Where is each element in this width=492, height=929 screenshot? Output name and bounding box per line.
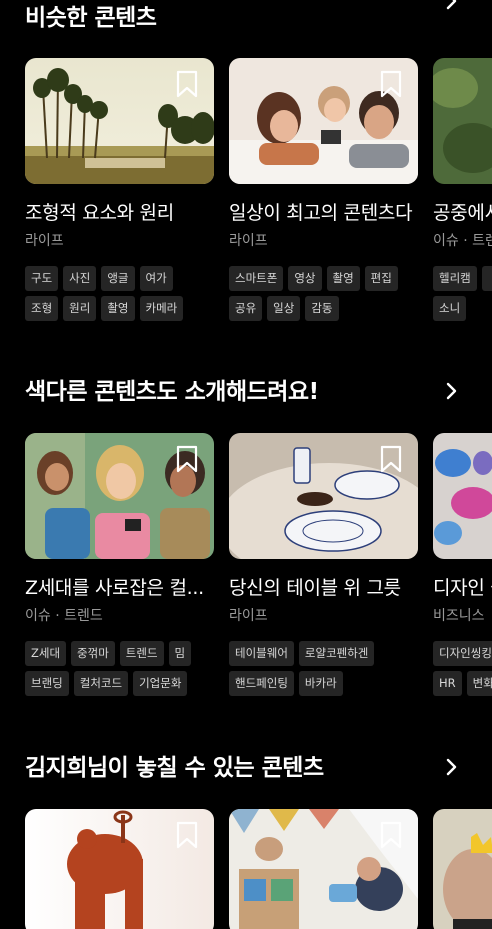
card-category: 비즈니스 <box>433 608 485 624</box>
tag[interactable]: 조형 <box>25 296 59 321</box>
tag[interactable]: 편집 <box>364 266 398 291</box>
card-category: 라이프 <box>25 233 64 249</box>
tag[interactable]: 여가 <box>139 266 173 291</box>
chevron-right-icon[interactable] <box>440 0 462 12</box>
tag[interactable]: 밈 <box>168 641 192 666</box>
tag[interactable]: Z세대 <box>25 641 67 666</box>
card-thumbnail <box>25 433 214 559</box>
card-thumbnail <box>229 809 418 929</box>
tag[interactable]: 컬처코드 <box>73 671 129 696</box>
bookmark-icon[interactable] <box>380 445 402 473</box>
section-title: 김지희님이 놓칠 수 있는 콘텐츠 <box>25 755 324 781</box>
tag[interactable]: 영상 <box>288 266 322 291</box>
card-category: 이슈 · 트렌드 <box>433 233 492 249</box>
card-thumbnail <box>433 58 492 184</box>
tag[interactable]: 카메라 <box>139 296 184 321</box>
card-category: 라이프 <box>229 608 268 624</box>
tag[interactable]: 소니 <box>433 296 467 321</box>
card-thumbnail <box>25 58 214 184</box>
card-thumbnail <box>229 433 418 559</box>
card-thumbnail <box>433 809 492 929</box>
card-category: 라이프 <box>229 233 268 249</box>
tag[interactable]: 공유 <box>229 296 263 321</box>
tag-list: Z세대 중꺾마 트렌드 밈 브랜딩 컬처코드 기업문화 <box>25 641 214 701</box>
section-title: 비슷한 콘텐츠 <box>25 5 157 31</box>
tag[interactable]: 스마트폰 <box>229 266 284 291</box>
card-title: 일상이 최고의 콘텐츠다 <box>229 202 413 224</box>
bookmark-icon[interactable] <box>380 70 402 98</box>
card-thumbnail <box>229 58 418 184</box>
tag-list: 헬리캠 소니 <box>433 266 492 326</box>
card-title: 디자인 씽킹 <box>433 577 492 599</box>
card-title: 조형적 요소와 원리 <box>25 202 174 224</box>
tag-list: 스마트폰 영상 촬영 편집 공유 일상 감동 <box>229 266 418 326</box>
card-row: Z세대를 사로잡은 컬... 이슈 · 트렌드 Z세대 중꺾마 트렌드 밈 브랜… <box>0 433 492 723</box>
tag[interactable]: 중꺾마 <box>71 641 115 666</box>
tag[interactable]: 촬영 <box>326 266 360 291</box>
card-title: 당신의 테이블 위 그릇 <box>229 577 401 599</box>
tag[interactable]: HR <box>433 671 462 696</box>
card-thumbnail <box>25 809 214 929</box>
tag-list: 테이블웨어 로얄코펜하겐 핸드페인팅 바카라 <box>229 641 418 701</box>
tag[interactable]: 사진 <box>63 266 97 291</box>
tag[interactable]: 일상 <box>267 296 301 321</box>
card-thumbnail <box>433 433 492 559</box>
tag[interactable]: 디자인씽킹 <box>433 641 492 666</box>
card-row <box>0 809 492 929</box>
bookmark-icon[interactable] <box>380 821 402 849</box>
tag[interactable]: 감동 <box>305 296 339 321</box>
tag[interactable]: 브랜딩 <box>25 671 69 696</box>
tag[interactable]: 트렌드 <box>119 641 164 666</box>
chevron-right-icon[interactable] <box>440 756 462 778</box>
chevron-right-icon[interactable] <box>440 380 462 402</box>
tag[interactable]: 바카라 <box>298 671 343 696</box>
section-title: 색다른 콘텐츠도 소개해드려요! <box>25 379 319 405</box>
tag[interactable]: 촬영 <box>101 296 135 321</box>
card-title: Z세대를 사로잡은 컬... <box>25 577 204 599</box>
card-row: 조형적 요소와 원리 라이프 구도 사진 앵글 여가 조형 원리 촬영 카메라 <box>0 58 492 348</box>
tag[interactable]: 헬리캠 <box>433 266 477 291</box>
tag[interactable]: 핸드페인팅 <box>229 671 294 696</box>
card-title: 공중에서 <box>433 202 492 224</box>
card-category: 이슈 · 트렌드 <box>25 608 103 624</box>
tag[interactable]: 로얄코펜하겐 <box>298 641 375 666</box>
bookmark-icon[interactable] <box>176 821 198 849</box>
tag-list: 디자인씽킹 HR 변화 <box>433 641 492 701</box>
bookmark-icon[interactable] <box>176 70 198 98</box>
bookmark-icon[interactable] <box>176 445 198 473</box>
tag[interactable]: 테이블웨어 <box>229 641 294 666</box>
tag[interactable]: 원리 <box>63 296 97 321</box>
tag[interactable] <box>481 266 492 291</box>
tag-list: 구도 사진 앵글 여가 조형 원리 촬영 카메라 <box>25 266 214 326</box>
tag[interactable]: 앵글 <box>101 266 135 291</box>
tag[interactable]: 기업문화 <box>133 671 188 696</box>
tag[interactable]: 변화 <box>466 671 492 696</box>
tag[interactable]: 구도 <box>25 266 59 291</box>
